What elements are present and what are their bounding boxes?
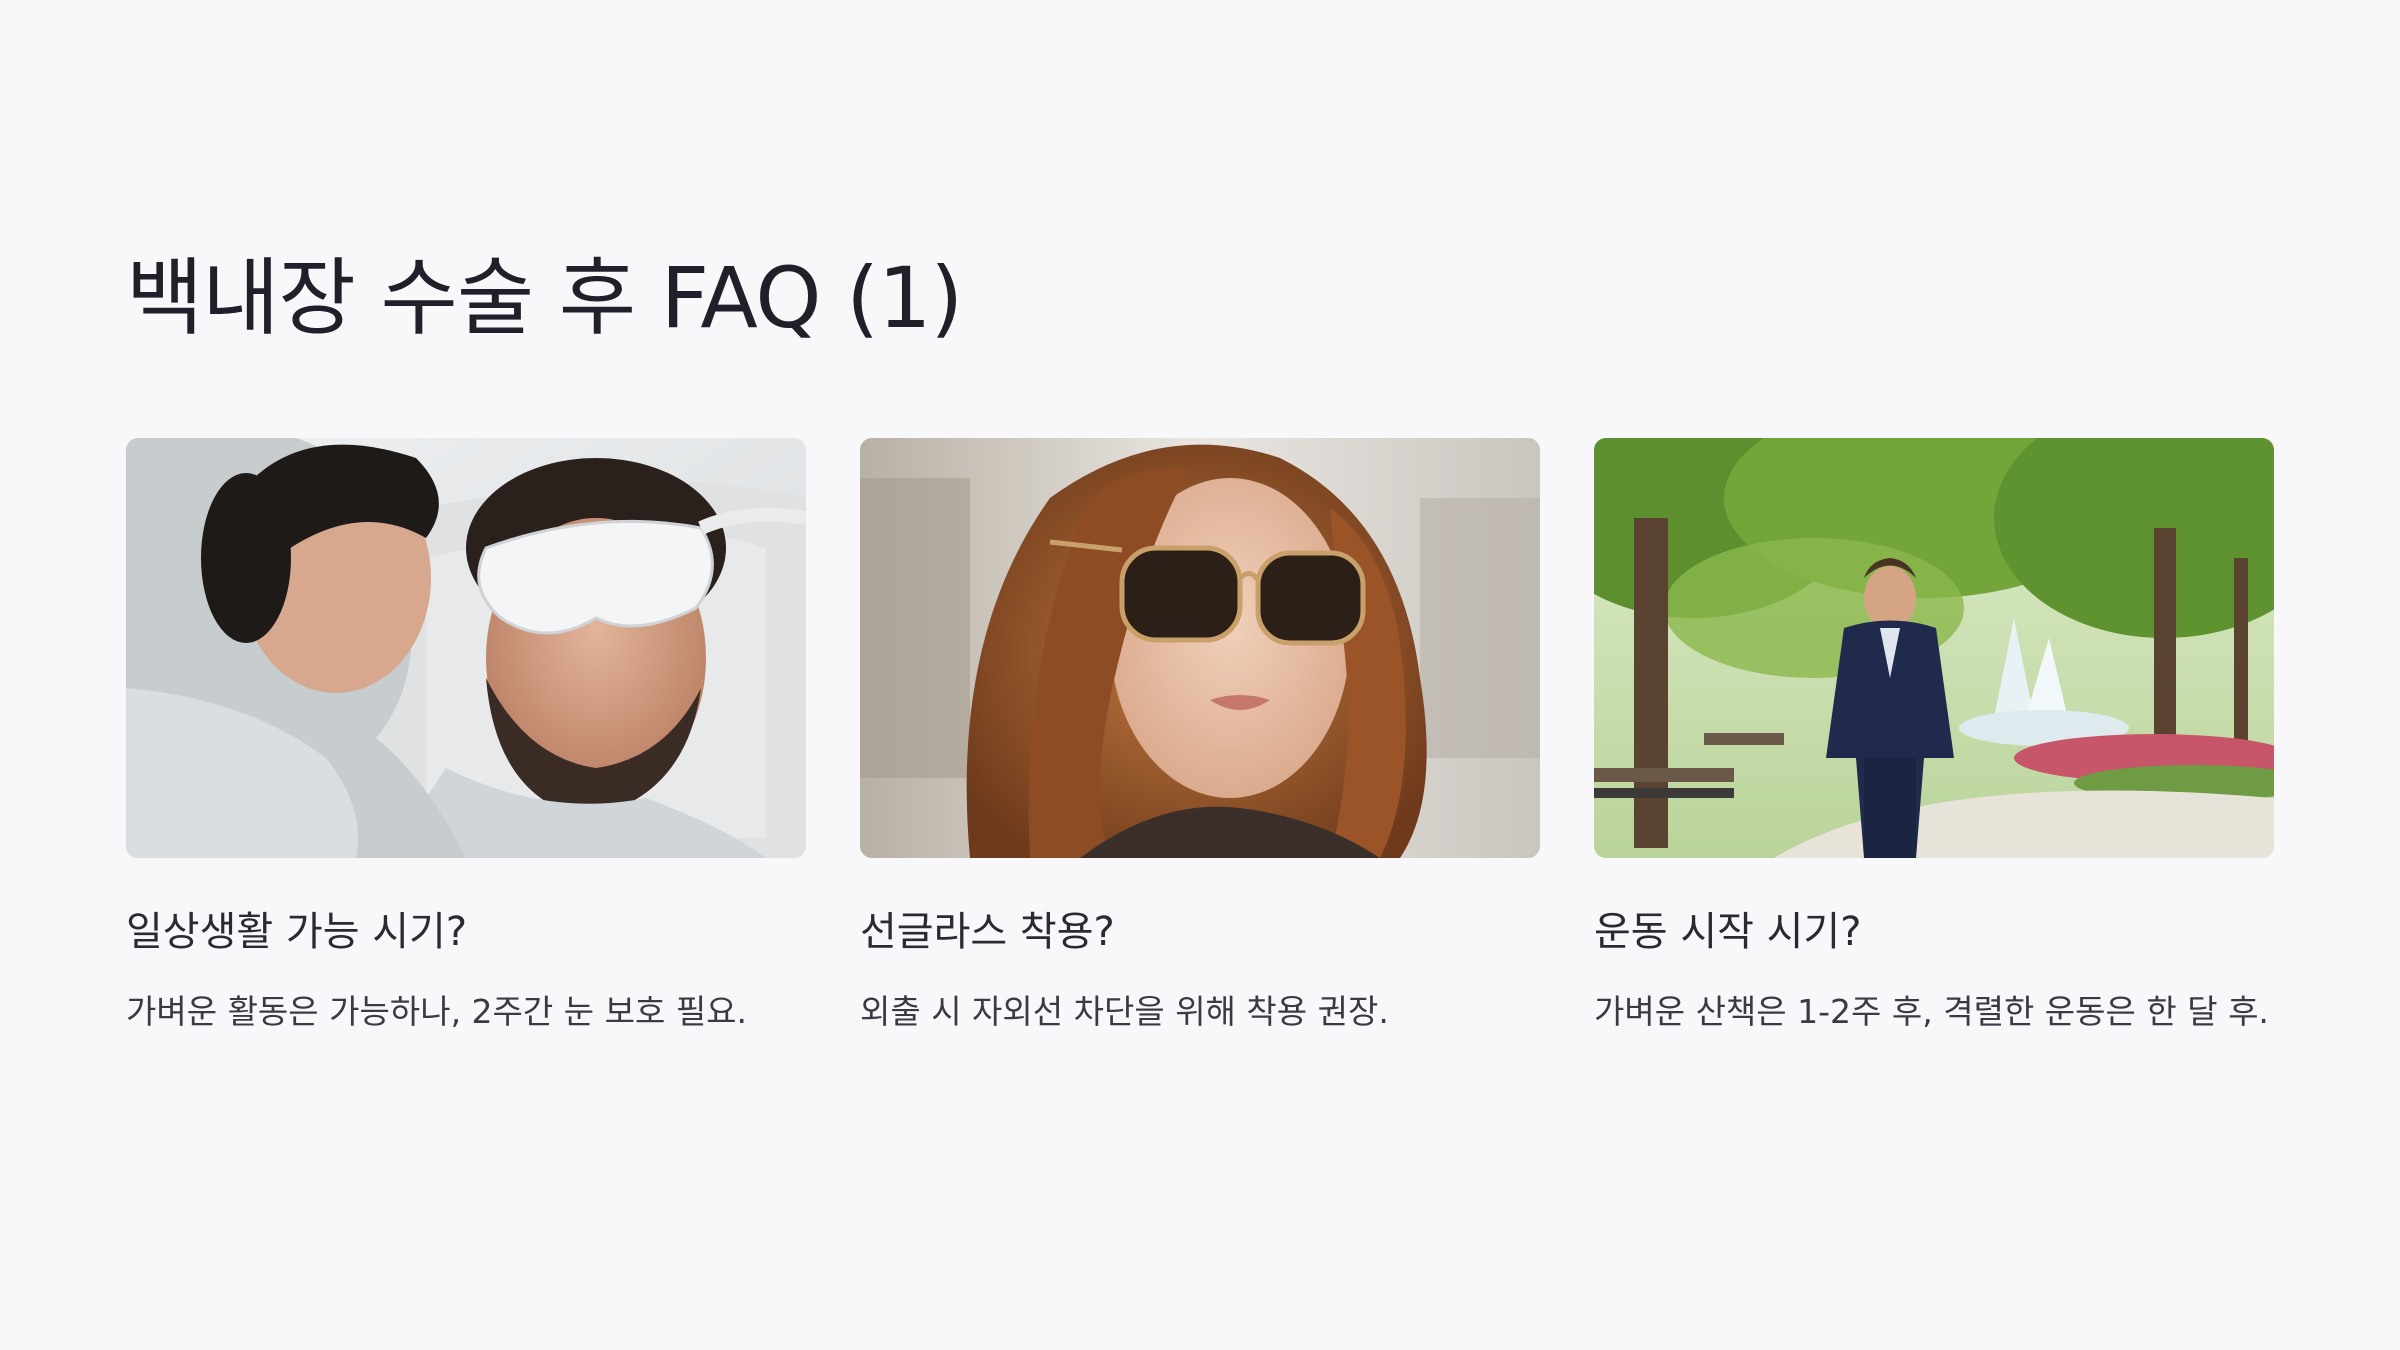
faq-question: 운동 시작 시기? [1594,909,1862,955]
faq-card: 선글라스 착용? 외출 시 자외선 차단을 위해 착용 권장. [860,438,1540,1031]
slide-title: 백내장 수술 후 FAQ (1) [126,249,963,347]
faq-card: 운동 시작 시기? 가벼운 산책은 1-2주 후, 격렬한 운동은 한 달 후. [1594,438,2274,1031]
faq-card: 일상생활 가능 시기? 가벼운 활동은 가능하나, 2주간 눈 보호 필요. [126,438,806,1031]
faq-answer: 가벼운 산책은 1-2주 후, 격렬한 운동은 한 달 후. [1594,992,2269,1031]
faq-question: 일상생활 가능 시기? [126,909,468,955]
faq-cards: 일상생활 가능 시기? 가벼운 활동은 가능하나, 2주간 눈 보호 필요. 선… [126,438,2274,1158]
faq-answer: 가벼운 활동은 가능하나, 2주간 눈 보호 필요. [126,992,748,1031]
photo-woman-sunglasses [860,438,1540,858]
photo-man-walking-park [1594,438,2274,858]
slide: 백내장 수술 후 FAQ (1) 일상생활 가능 시기? 가벼운 활동은 가능하… [0,0,2400,1350]
faq-answer: 외출 시 자외선 차단을 위해 착용 권장. [860,992,1389,1031]
photo-recovering-patient [126,438,806,858]
faq-question: 선글라스 착용? [860,909,1115,955]
